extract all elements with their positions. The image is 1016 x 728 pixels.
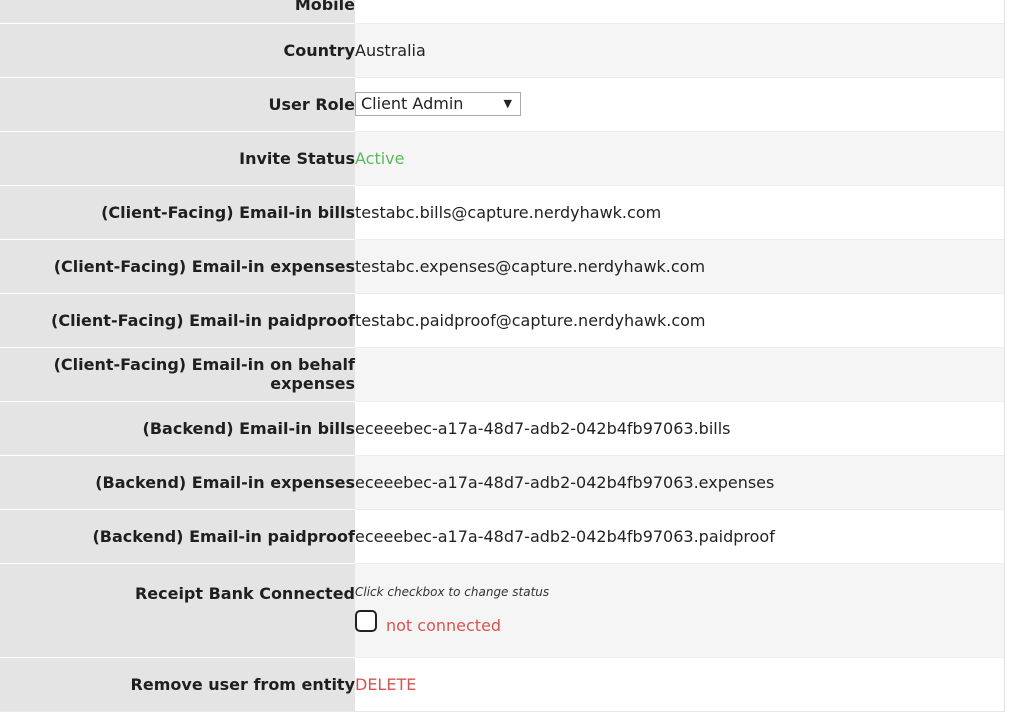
cf-bills-value: testabc.bills@capture.nerdyhawk.com — [355, 185, 1005, 240]
row-user-role: User Role Client Admin ▼ — [0, 77, 1005, 132]
row-cf-behalf: (Client-Facing) Email-in on behalf expen… — [0, 347, 1005, 402]
table-bottom-divider — [0, 711, 1005, 712]
be-expenses-value: eceeebec-a17a-48d7-adb2-042b4fb97063.exp… — [355, 455, 1005, 510]
row-remove-user: Remove user from entity DELETE — [0, 657, 1005, 712]
row-be-paidproof: (Backend) Email-in paidproof eceeebec-a1… — [0, 509, 1005, 564]
be-paidproof-label: (Backend) Email-in paidproof — [0, 509, 355, 564]
be-expenses-label: (Backend) Email-in expenses — [0, 455, 355, 510]
delete-user-link[interactable]: DELETE — [355, 675, 416, 694]
receipt-bank-hint: Click checkbox to change status — [355, 584, 550, 599]
row-mobile: Mobile — [0, 0, 1005, 24]
row-invite-status: Invite Status Active — [0, 131, 1005, 186]
be-paidproof-value: eceeebec-a17a-48d7-adb2-042b4fb97063.pai… — [355, 509, 1005, 564]
row-country: Country Australia — [0, 23, 1005, 78]
user-role-select[interactable]: Client Admin ▼ — [355, 92, 521, 116]
mobile-label: Mobile — [0, 0, 355, 24]
remove-user-label: Remove user from entity — [0, 657, 355, 712]
row-receipt-bank: Receipt Bank Connected Click checkbox to… — [0, 563, 1005, 658]
country-label: Country — [0, 23, 355, 78]
cf-behalf-label: (Client-Facing) Email-in on behalf expen… — [0, 347, 355, 402]
row-cf-bills: (Client-Facing) Email-in bills testabc.b… — [0, 185, 1005, 240]
user-role-selected-value: Client Admin — [361, 94, 464, 113]
cf-paidproof-value: testabc.paidproof@capture.nerdyhawk.com — [355, 293, 1005, 348]
user-role-label: User Role — [0, 77, 355, 132]
cf-behalf-value — [355, 347, 1005, 402]
receipt-bank-status: not connected — [386, 615, 502, 635]
cf-paidproof-label: (Client-Facing) Email-in paidproof — [0, 293, 355, 348]
invite-status-value: Active — [355, 131, 1005, 186]
row-be-bills: (Backend) Email-in bills eceeebec-a17a-4… — [0, 401, 1005, 456]
receipt-bank-label: Receipt Bank Connected — [0, 563, 355, 658]
receipt-bank-toggle: not connected — [355, 608, 1004, 635]
mobile-value — [355, 0, 1005, 24]
cf-expenses-label: (Client-Facing) Email-in expenses — [0, 239, 355, 294]
be-bills-label: (Backend) Email-in bills — [0, 401, 355, 456]
cf-bills-label: (Client-Facing) Email-in bills — [0, 185, 355, 240]
country-value: Australia — [355, 23, 1005, 78]
be-bills-value: eceeebec-a17a-48d7-adb2-042b4fb97063.bil… — [355, 401, 1005, 456]
row-cf-expenses: (Client-Facing) Email-in expenses testab… — [0, 239, 1005, 294]
row-be-expenses: (Backend) Email-in expenses eceeebec-a17… — [0, 455, 1005, 510]
invite-status-label: Invite Status — [0, 131, 355, 186]
row-cf-paidproof: (Client-Facing) Email-in paidproof testa… — [0, 293, 1005, 348]
receipt-bank-checkbox[interactable] — [355, 610, 377, 632]
dropdown-arrow-icon: ▼ — [503, 97, 512, 110]
user-details-table: Mobile Country Australia User Role Clien… — [0, 0, 1005, 712]
cf-expenses-value: testabc.expenses@capture.nerdyhawk.com — [355, 239, 1005, 294]
